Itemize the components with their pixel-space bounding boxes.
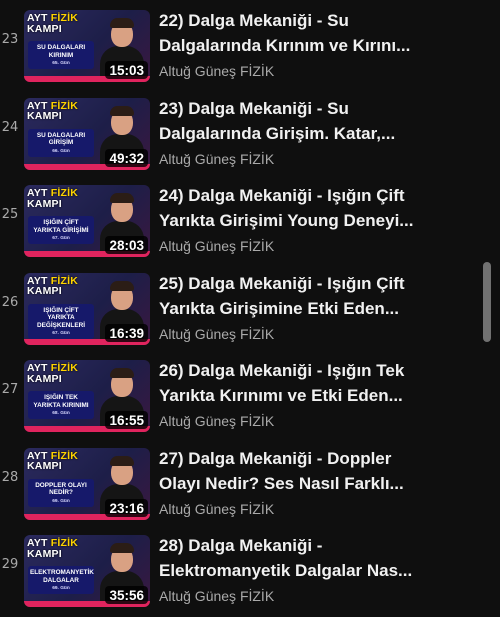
video-title-line-2: Dalgalarında Kırınım ve Kırını... <box>159 36 411 55</box>
thumbnail-topic: SU DALGALARI GİRİŞİM 66. Gün <box>28 128 94 157</box>
playlist-index: 25 <box>1 207 19 222</box>
video-title-line-1: 27) Dalga Mekaniği - Doppler <box>159 448 392 468</box>
thumbnail-topic-text: DOPPLER OLAYI NEDİR? <box>35 481 87 497</box>
thumbnail-day: 67. Gün <box>52 236 70 241</box>
video-title-line-1: 24) Dalga Mekaniği - Işığın Çift <box>159 186 405 205</box>
video-duration: 28:03 <box>105 236 148 254</box>
video-title-line-2: Elektromanyetik Dalgalar Nas... <box>159 561 413 580</box>
video-duration: 23:16 <box>105 498 148 517</box>
thumbnail-topic: IŞIĞIN ÇİFT YARIKTA DEĞİŞKENLERİ 67. Gün <box>28 303 94 339</box>
video-duration: 49:32 <box>105 148 148 167</box>
thumbnail-topic-text: IŞIĞIN TEK YARIKTA KIRINIMI <box>33 394 89 409</box>
badge-kampi: KAMPI <box>27 372 62 385</box>
thumbnail-topic: DOPPLER OLAYI NEDİR? 69. Gün <box>28 478 94 507</box>
thumbnail-topic: SU DALGALARI KIRINIM 65. Gün <box>28 41 94 69</box>
playlist-index: 23 <box>1 32 19 47</box>
playlist-item[interactable]: 27 AYT FİZİK KAMPI IŞIĞIN TEK YARIKTA KIRIN… <box>0 344 480 432</box>
thumbnail-topic-text: ELEKTROMANYETİK DALGALAR <box>30 569 94 584</box>
video-title-line-2: Yarıkta Kırınımı ve Etki Eden... <box>159 386 403 405</box>
video-title[interactable]: 22) Dalga Mekaniği - Su Dalgalarında Kırı… <box>159 8 475 58</box>
badge-kampi: KAMPI <box>27 22 62 35</box>
channel-name[interactable]: Altuğ Güneş FİZİK <box>159 150 274 168</box>
thumbnail-day: 65. Gün <box>52 61 70 66</box>
thumbnail-badge: AYT FİZİK KAMPI <box>27 363 78 384</box>
playlist-index: 29 <box>1 557 19 572</box>
video-thumbnail[interactable]: AYT FİZİK KAMPI ELEKTROMANYETİK DALGALAR 69… <box>24 535 150 607</box>
playlist-item[interactable]: 28 AYT FİZİK KAMPI DOPPLER OLAYI NEDİR? 69. … <box>0 432 480 520</box>
video-thumbnail[interactable]: AYT FİZİK KAMPI IŞIĞIN TEK YARIKTA KIRINIM… <box>24 360 150 432</box>
video-title[interactable]: 24) Dalga Mekaniği - Işığın Çift Yarıkta … <box>159 183 475 233</box>
video-thumbnail[interactable]: AYT FİZİK KAMPI IŞIĞIN ÇİFT YARIKTA DEĞİŞK… <box>24 272 150 345</box>
video-duration: 35:56 <box>105 586 148 604</box>
video-title[interactable]: 25) Dalga Mekaniği - Işığın Çift Yarıkta … <box>159 271 475 321</box>
video-thumbnail[interactable]: AYT FİZİK KAMPI SU DALGALARI GİRİŞİM 66. Gü… <box>24 97 150 170</box>
thumbnail-badge: AYT FİZİK KAMPI <box>27 13 78 34</box>
badge-kampi: KAMPI <box>27 460 62 472</box>
playlist-index: 28 <box>1 469 19 485</box>
badge-kampi: KAMPI <box>27 547 62 560</box>
playlist-index: 24 <box>1 119 19 135</box>
video-title-line-1: 25) Dalga Mekaniği - Işığın Çift <box>159 273 405 293</box>
badge-kampi: KAMPI <box>27 197 62 210</box>
thumbnail-day: 69. Gün <box>52 586 70 591</box>
thumbnail-badge: AYT FİZİK KAMPI <box>27 450 78 472</box>
video-thumbnail[interactable]: AYT FİZİK KAMPI IŞIĞIN ÇİFT YARIKTA GİRİŞİ… <box>24 185 150 257</box>
scrollbar-thumb[interactable] <box>483 262 491 342</box>
video-title-line-1: 26) Dalga Mekaniği - Işığın Tek <box>159 361 405 380</box>
video-duration: 16:55 <box>105 411 148 429</box>
video-title-line-2: Olayı Nedir? Ses Nasıl Farklı... <box>159 473 404 493</box>
thumbnail-topic-text: IŞIĞIN ÇİFT YARIKTA GİRİŞİMİ <box>33 219 89 234</box>
channel-name[interactable]: Altuğ Güneş FİZİK <box>159 325 274 343</box>
thumbnail-badge: AYT FİZİK KAMPI <box>27 538 78 559</box>
thumbnail-topic-text: SU DALGALARI KIRINIM <box>36 44 86 59</box>
thumbnail-day: 67. Gün <box>52 331 70 336</box>
channel-name[interactable]: Altuğ Güneş FİZİK <box>159 500 274 518</box>
badge-kampi: KAMPI <box>27 285 62 297</box>
thumbnail-topic-text: SU DALGALARI GİRİŞİM <box>36 131 86 147</box>
video-title[interactable]: 26) Dalga Mekaniği - Işığın Tek Yarıkta K… <box>159 358 475 408</box>
thumbnail-topic-text: IŞIĞIN ÇİFT YARIKTA DEĞİŞKENLERİ <box>37 306 85 329</box>
playlist-item[interactable]: 26 AYT FİZİK KAMPI IŞIĞIN ÇİFT YARIKTA DEĞİ… <box>0 257 480 345</box>
thumbnail-topic: IŞIĞIN TEK YARIKTA KIRINIMI 68. Gün <box>28 391 94 419</box>
playlist-panel: Altuğ Güneş FİZİK 23 AYT FİZİKKAMPI SU DALG… <box>0 0 500 617</box>
video-title-line-2: Yarıkta Girişimi Young Deneyi... <box>159 211 414 230</box>
video-duration: 15:03 <box>105 61 148 79</box>
playlist-item[interactable]: 24 AYT FİZİK KAMPI SU DALGALARI GİRİŞİM 66. … <box>0 82 480 170</box>
thumbnail-badge: AYT FİZİK KAMPI <box>27 100 78 122</box>
badge-kampi: KAMPI <box>27 110 62 122</box>
playlist-index: 26 <box>1 294 19 310</box>
video-title-line-1: 23) Dalga Mekaniği - Su <box>159 98 349 118</box>
video-duration: 16:39 <box>105 323 148 342</box>
video-title[interactable]: 23) Dalga Mekaniği - Su Dalgalarında Giri… <box>159 96 475 146</box>
playlist-item[interactable]: 23 AYT FİZİK KAMPI SU DALGALARI KIRINIM 65. … <box>0 0 480 82</box>
channel-name[interactable]: Altuğ Güneş FİZİK <box>159 62 274 80</box>
playlist-index: 27 <box>1 382 19 397</box>
video-thumbnail[interactable]: AYT FİZİK KAMPI SU DALGALARI KIRINIM 65. Gü… <box>24 10 150 82</box>
channel-name[interactable]: Altuğ Güneş FİZİK <box>159 412 274 430</box>
playlist-item[interactable]: 29 AYT FİZİK KAMPI ELEKTROMANYETİK DALGALAR… <box>0 519 480 607</box>
channel-name[interactable]: Altuğ Güneş FİZİK <box>159 237 274 255</box>
thumbnail-day: 68. Gün <box>52 411 70 416</box>
video-title[interactable]: 28) Dalga Mekaniği - Elektromanyetik Dalg… <box>159 533 475 583</box>
thumbnail-badge: AYT FİZİK KAMPI <box>27 188 78 209</box>
channel-name[interactable]: Altuğ Güneş FİZİK <box>159 587 274 605</box>
video-title[interactable]: 27) Dalga Mekaniği - Doppler Olayı Nedir?… <box>159 446 475 496</box>
video-title-line-2: Dalgalarında Girişim. Katar,... <box>159 123 396 143</box>
playlist-item[interactable]: 25 AYT FİZİK KAMPI IŞIĞIN ÇİFT YARIKTA GİRİ… <box>0 169 480 257</box>
video-title-line-1: 28) Dalga Mekaniği - <box>159 536 323 555</box>
playlist-list: Altuğ Güneş FİZİK 23 AYT FİZİKKAMPI SU DALG… <box>0 0 480 607</box>
thumbnail-day: 66. Gün <box>52 148 70 154</box>
video-title-line-2: Yarıkta Girişimine Etki Eden... <box>159 298 399 318</box>
video-title-line-1: 22) Dalga Mekaniği - Su <box>159 11 349 30</box>
thumbnail-topic: IŞIĞIN ÇİFT YARIKTA GİRİŞİMİ 67. Gün <box>28 216 94 244</box>
thumbnail-topic: ELEKTROMANYETİK DALGALAR 69. Gün <box>28 566 94 594</box>
video-thumbnail[interactable]: AYT FİZİK KAMPI DOPPLER OLAYI NEDİR? 69. Gü… <box>24 447 150 520</box>
thumbnail-day: 69. Gün <box>52 498 70 504</box>
thumbnail-badge: AYT FİZİK KAMPI <box>27 275 78 297</box>
